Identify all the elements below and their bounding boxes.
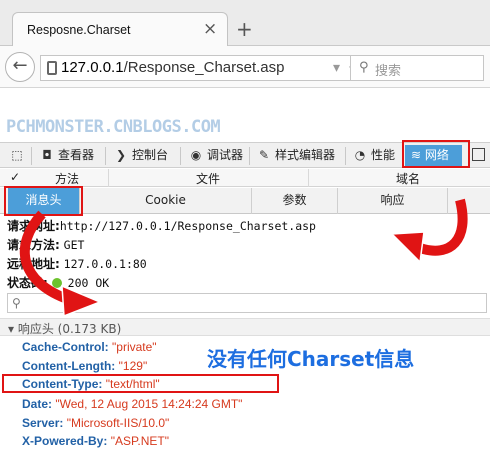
- arrow-right-curve: [418, 198, 468, 256]
- arrow-right-head: [390, 231, 425, 264]
- annotation-arrows: [19, 198, 468, 318]
- arrow-left-head: [61, 284, 102, 318]
